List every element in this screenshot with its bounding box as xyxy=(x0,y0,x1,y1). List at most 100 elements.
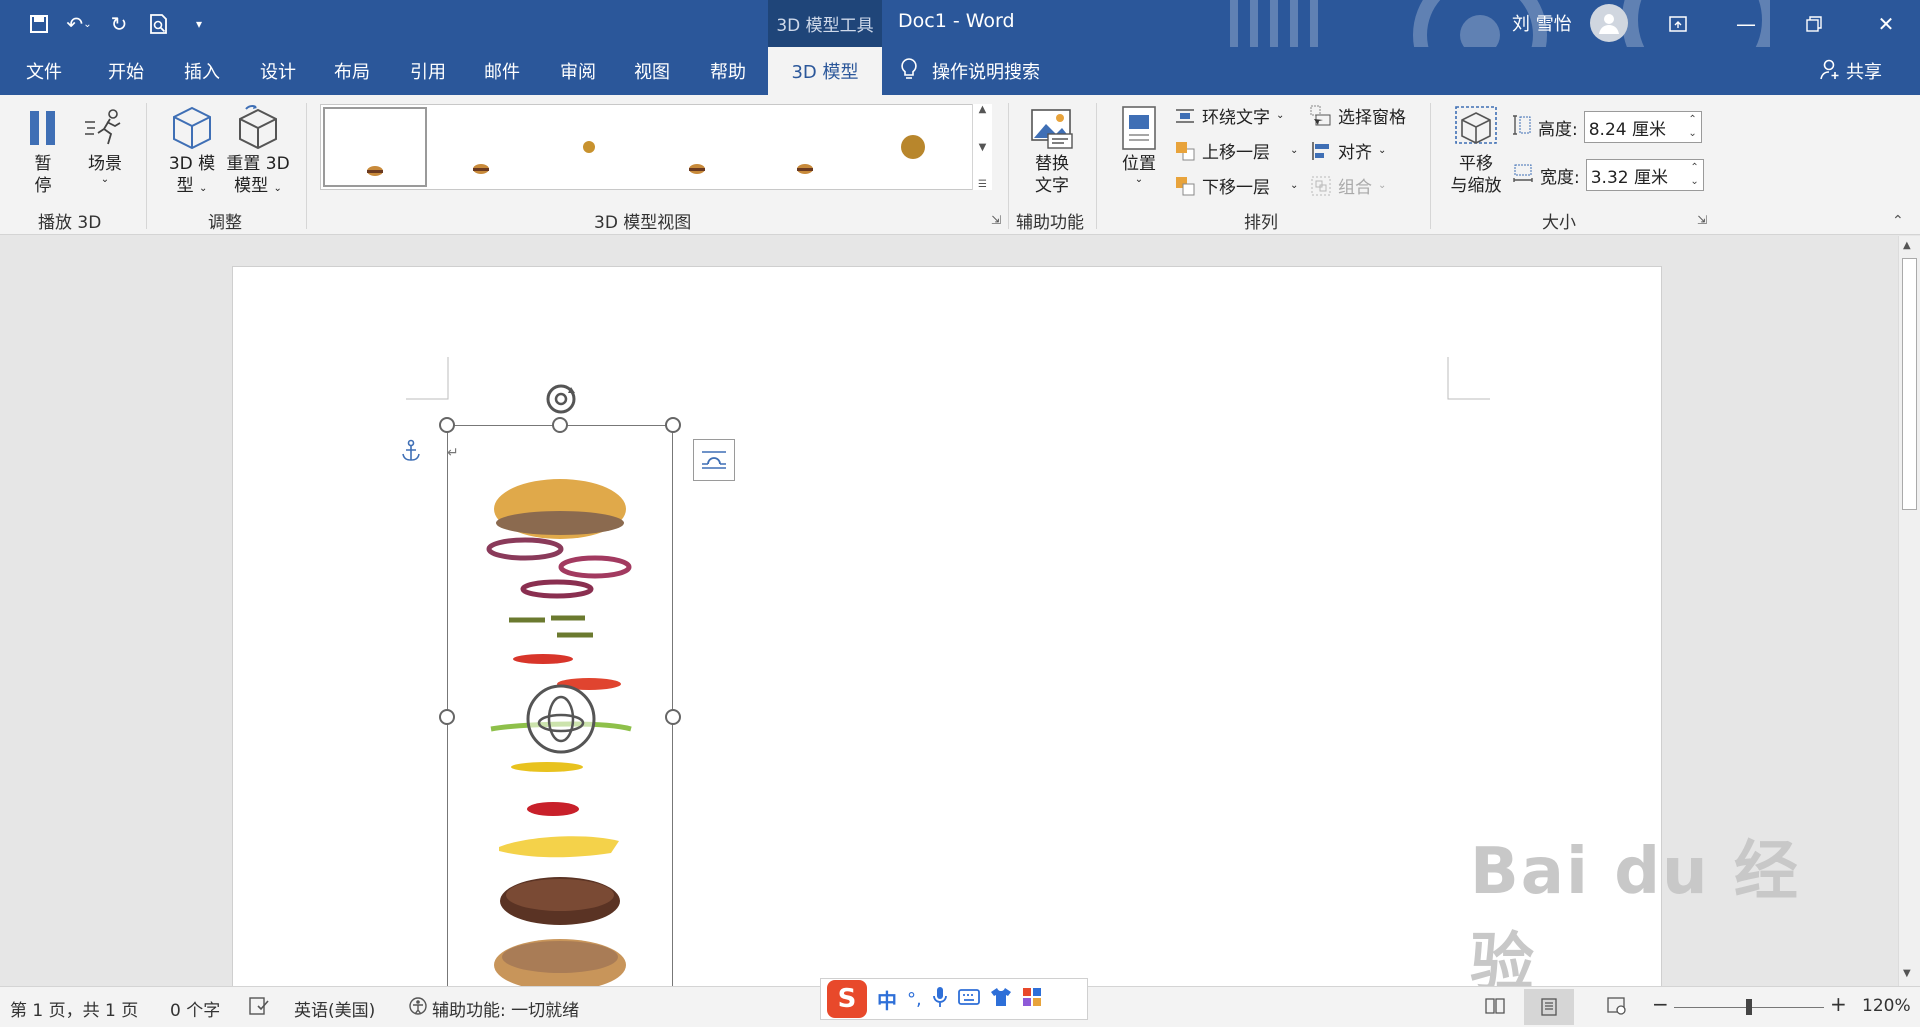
undo-icon[interactable]: ↶ ⌄ xyxy=(62,8,96,40)
gallery-up-icon[interactable]: ▲ xyxy=(979,104,987,115)
scroll-down-icon[interactable]: ▼ xyxy=(1903,968,1911,979)
width-icon xyxy=(1512,163,1534,188)
zoom-level[interactable]: 120% xyxy=(1862,996,1911,1016)
page-count[interactable]: 第 1 页，共 1 页 xyxy=(10,996,138,1021)
language-status[interactable]: 英语(美国) xyxy=(294,996,375,1021)
sogou-logo-icon[interactable]: S xyxy=(827,980,867,1018)
reset-3d-model-button[interactable]: 重置 3D 模型 ⌄ xyxy=(224,105,292,200)
keyboard-icon[interactable] xyxy=(957,988,980,1010)
pan-zoom-button[interactable]: 平移 与缩放 xyxy=(1444,105,1508,197)
align-button[interactable]: 对齐 ⌄ xyxy=(1310,138,1386,163)
tab-file[interactable]: 文件 xyxy=(10,47,78,95)
ime-mode-toggle[interactable]: 中 xyxy=(877,985,897,1014)
tab-3d-model[interactable]: 3D 模型 xyxy=(768,47,882,95)
scroll-thumb[interactable] xyxy=(1902,258,1917,510)
restore-icon[interactable] xyxy=(1780,0,1848,47)
3d-rotate-control-icon[interactable] xyxy=(525,683,597,759)
zoom-slider-thumb[interactable] xyxy=(1746,999,1752,1015)
accessibility-icon xyxy=(408,996,428,1021)
ribbon-display-options-icon[interactable] xyxy=(1644,0,1712,47)
view-option-1[interactable] xyxy=(323,107,427,187)
tab-design[interactable]: 设计 xyxy=(240,47,316,95)
punctuation-icon[interactable]: °, xyxy=(907,989,922,1010)
title-bar: ↶ ⌄ ↻ ▾ 3D 模型工具 Doc1 - Word 刘 雪怡 — ✕ xyxy=(0,0,1920,95)
layout-options-button[interactable] xyxy=(693,439,735,481)
dialog-launcher-icon[interactable]: ⇲ xyxy=(991,213,1001,227)
group-label-accessibility: 辅助功能 xyxy=(1016,213,1084,233)
reset-label-2: 模型 ⌄ xyxy=(234,176,282,196)
tab-review[interactable]: 审阅 xyxy=(540,47,616,95)
alt-text-button[interactable]: 替换 文字 xyxy=(1026,105,1078,197)
tab-mailings[interactable]: 邮件 xyxy=(464,47,540,95)
anchor-icon[interactable] xyxy=(401,439,421,467)
width-stepper[interactable]: ⌃ ⌄ xyxy=(1690,161,1698,189)
height-stepper[interactable]: ⌃ ⌄ xyxy=(1688,113,1696,141)
gallery-down-icon[interactable]: ▼ xyxy=(979,142,987,153)
skin-icon[interactable] xyxy=(990,987,1012,1011)
resize-handle-top-left[interactable] xyxy=(439,417,455,433)
height-input[interactable]: 8.24 厘米 ⌃ ⌄ xyxy=(1583,111,1702,143)
resize-handle-right[interactable] xyxy=(665,709,681,725)
resize-handle-top-right[interactable] xyxy=(665,417,681,433)
document-page[interactable]: ↵ xyxy=(232,266,1662,986)
chevron-down-icon[interactable]: ⌄ xyxy=(1690,175,1698,189)
gallery-more-icon[interactable]: ☰ xyxy=(978,179,987,190)
group-separator xyxy=(1096,103,1097,229)
web-layout-icon[interactable] xyxy=(1606,996,1628,1021)
tab-layout[interactable]: 布局 xyxy=(314,47,390,95)
selection-pane-button[interactable]: 选择窗格 xyxy=(1310,103,1406,128)
scenes-button[interactable]: 场景 ⌄ xyxy=(80,105,130,185)
share-button[interactable]: 共享 xyxy=(1820,47,1882,95)
tab-view[interactable]: 视图 xyxy=(614,47,690,95)
resize-handle-left[interactable] xyxy=(439,709,455,725)
view-option-5[interactable] xyxy=(755,107,859,187)
scroll-up-icon[interactable]: ▲ xyxy=(1903,240,1911,251)
width-input[interactable]: 3.32 厘米 ⌃ ⌄ xyxy=(1585,159,1704,191)
group-objects-button[interactable]: 组合 ⌄ xyxy=(1310,173,1386,198)
vertical-scrollbar[interactable]: ▲ ▼ xyxy=(1898,236,1920,986)
tab-references[interactable]: 引用 xyxy=(390,47,466,95)
accessibility-status[interactable]: 辅助功能: 一切就绪 xyxy=(408,996,579,1021)
resize-handle-top[interactable] xyxy=(552,417,568,433)
tab-insert[interactable]: 插入 xyxy=(164,47,240,95)
send-backward-button[interactable]: 下移一层 ⌄ xyxy=(1174,173,1298,198)
3d-models-button[interactable]: 3D 模 型 ⌄ xyxy=(164,105,220,200)
microphone-icon[interactable] xyxy=(932,986,948,1012)
wrap-text-button[interactable]: 环绕文字 ⌄ xyxy=(1174,103,1284,128)
close-icon[interactable]: ✕ xyxy=(1852,0,1920,47)
user-name[interactable]: 刘 雪怡 xyxy=(1512,10,1572,36)
read-mode-icon[interactable] xyxy=(1484,996,1506,1021)
view-option-3[interactable] xyxy=(539,107,643,187)
proofing-icon[interactable] xyxy=(248,996,270,1021)
view-option-6[interactable] xyxy=(863,107,967,187)
view-option-4[interactable] xyxy=(647,107,751,187)
pause-button[interactable]: 暂 停 xyxy=(22,105,64,197)
tell-me-search[interactable]: 操作说明搜索 xyxy=(900,47,1040,95)
redo-icon[interactable]: ↻ xyxy=(102,8,136,40)
chevron-down-icon[interactable]: ⌄ xyxy=(1688,127,1696,141)
group-label-play3d: 播放 3D xyxy=(38,213,102,233)
print-layout-icon[interactable] xyxy=(1524,989,1574,1025)
zoom-out-icon[interactable]: − xyxy=(1652,992,1669,1016)
search-label: 操作说明搜索 xyxy=(932,62,1040,83)
save-icon[interactable] xyxy=(22,8,56,40)
chevron-down-icon: ⌄ xyxy=(1276,110,1285,121)
zoom-in-icon[interactable]: + xyxy=(1830,992,1847,1016)
avatar[interactable] xyxy=(1590,4,1628,42)
toolbox-icon[interactable] xyxy=(1022,987,1042,1011)
view-option-2[interactable] xyxy=(431,107,535,187)
tab-home[interactable]: 开始 xyxy=(88,47,164,95)
collapse-ribbon-icon[interactable]: ⌃ xyxy=(1892,213,1904,229)
print-preview-icon[interactable] xyxy=(142,8,176,40)
bring-forward-button[interactable]: 上移一层 ⌄ xyxy=(1174,138,1298,163)
chevron-down-icon: ⌄ xyxy=(1378,145,1387,156)
chevron-up-icon[interactable]: ⌃ xyxy=(1690,161,1698,175)
tab-help[interactable]: 帮助 xyxy=(690,47,766,95)
dialog-launcher-icon[interactable]: ⇲ xyxy=(1697,213,1707,227)
word-count[interactable]: 0 个字 xyxy=(170,996,220,1021)
document-canvas: ↵ xyxy=(0,236,1898,986)
position-button[interactable]: 位置 ⌄ xyxy=(1114,105,1164,185)
chevron-up-icon[interactable]: ⌃ xyxy=(1688,113,1696,127)
minimize-icon[interactable]: — xyxy=(1712,0,1780,47)
customize-qat-icon[interactable]: ▾ xyxy=(182,8,216,40)
